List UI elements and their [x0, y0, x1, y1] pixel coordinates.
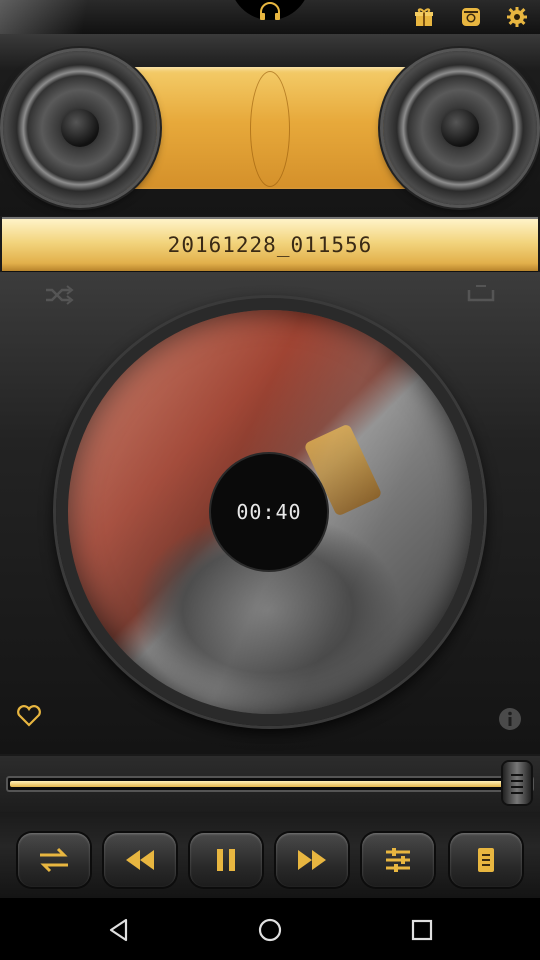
headphones-icon: [260, 2, 280, 20]
shuffle-icon[interactable]: [44, 284, 74, 306]
next-icon: [298, 850, 326, 870]
right-speaker-dome: [441, 109, 479, 147]
left-speaker: [3, 51, 157, 205]
pause-icon: [217, 849, 235, 871]
back-icon[interactable]: [104, 915, 134, 945]
repeat-icon[interactable]: [466, 284, 496, 304]
gold-panel-lens: [250, 71, 290, 187]
gift-icon[interactable]: [413, 6, 435, 28]
recents-icon[interactable]: [407, 915, 437, 945]
track-title-bar: 20161228_011556: [2, 217, 538, 274]
heart-icon[interactable]: [16, 705, 42, 727]
instagram-icon[interactable]: [460, 6, 482, 28]
left-speaker-dome: [61, 109, 99, 147]
playlist-icon: [478, 848, 494, 872]
track-title: 20161228_011556: [167, 233, 373, 257]
info-icon[interactable]: [498, 707, 522, 731]
settings-icon[interactable]: [506, 6, 528, 28]
previous-button[interactable]: [104, 833, 176, 887]
next-button[interactable]: [276, 833, 348, 887]
right-speaker: [383, 51, 537, 205]
previous-icon: [126, 850, 154, 870]
playlist-button[interactable]: [450, 833, 522, 887]
gold-panel: [110, 67, 430, 189]
repeat-mode-button[interactable]: [18, 833, 90, 887]
seek-bar-handle[interactable]: [503, 762, 531, 804]
equalizer-button[interactable]: [362, 833, 434, 887]
equalizer-icon: [386, 848, 410, 872]
top-bar-sheen: [0, 0, 120, 34]
home-icon[interactable]: [255, 915, 285, 945]
repeat-mode-icon: [40, 847, 68, 873]
seek-bar-fill: [10, 781, 514, 787]
elapsed-time: 00:40: [236, 500, 302, 524]
pause-button[interactable]: [190, 833, 262, 887]
